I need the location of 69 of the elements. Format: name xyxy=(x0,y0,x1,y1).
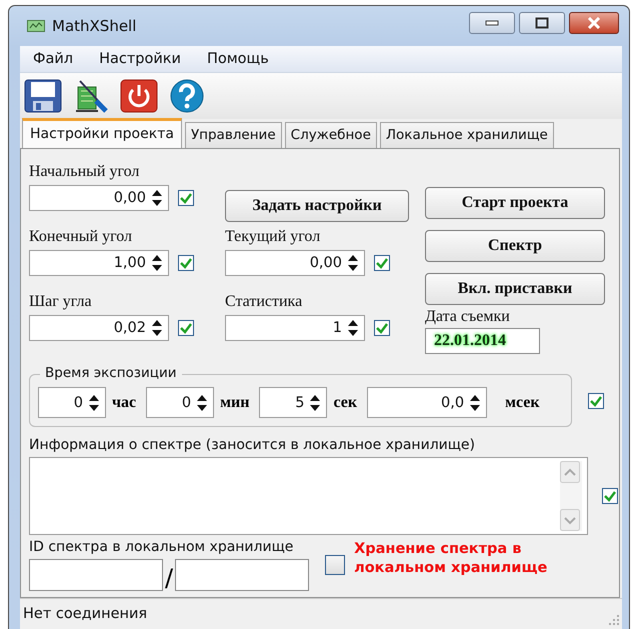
store-label: Хранение спектра в локальном хранилище xyxy=(354,540,548,578)
separator-slash: / xyxy=(165,565,174,591)
help-icon[interactable] xyxy=(168,79,206,113)
checkbox[interactable] xyxy=(178,190,194,206)
spectrum-id-label: ID спектра в локальном хранилище xyxy=(29,539,294,557)
spin-field[interactable]: 0,00 xyxy=(29,185,169,211)
field-label: Конечный угол xyxy=(29,228,133,247)
spin-arrows-icon[interactable] xyxy=(468,392,482,412)
unit-label: сек xyxy=(333,394,358,412)
input-field[interactable] xyxy=(175,559,310,591)
spin-arrows-icon[interactable] xyxy=(195,392,210,412)
spin-arrows-icon[interactable] xyxy=(87,392,101,412)
spin-arrows-icon[interactable] xyxy=(308,392,322,412)
app-icon xyxy=(27,20,45,32)
spin-field[interactable]: 1,00 xyxy=(29,250,169,276)
spin-arrows-icon[interactable] xyxy=(150,318,164,338)
tab[interactable]: Локальное хранилище xyxy=(380,122,554,148)
menu-item[interactable]: Настройки xyxy=(90,51,190,67)
checkbox[interactable] xyxy=(602,488,618,504)
checkbox[interactable] xyxy=(374,320,390,336)
checkbox[interactable] xyxy=(325,555,346,575)
spin-arrows-icon[interactable] xyxy=(346,318,360,338)
field-label: Шаг угла xyxy=(29,293,93,312)
spin-field[interactable]: 1 xyxy=(225,315,365,341)
checkbox[interactable] xyxy=(374,255,390,271)
action-button[interactable]: Старт проекта xyxy=(425,187,605,219)
info-label: Информация о спектре (заносится в локальное хранилище) xyxy=(29,437,476,455)
menu-item[interactable]: Файл xyxy=(24,51,82,67)
spin-field[interactable]: 5 xyxy=(259,387,328,418)
field-label: Текущий угол xyxy=(225,228,322,247)
info-text-area[interactable] xyxy=(29,457,588,535)
input-field[interactable] xyxy=(29,559,163,591)
checkbox[interactable] xyxy=(178,255,194,271)
date-field: 22.01.2014 xyxy=(425,328,540,354)
spin-field[interactable]: 0 xyxy=(38,387,106,418)
settings-button[interactable]: Задать настройки xyxy=(225,190,409,222)
spin-field[interactable]: 0,02 xyxy=(29,315,169,341)
spin-field[interactable]: 0 xyxy=(146,387,214,418)
spin-arrows-icon[interactable] xyxy=(150,188,164,208)
unit-label: час xyxy=(112,394,136,412)
spin-field[interactable]: 0,00 xyxy=(225,250,365,276)
tab[interactable]: Настройки проекта xyxy=(22,118,182,148)
unit-label: мсек xyxy=(505,394,540,412)
minimize-button[interactable] xyxy=(469,12,515,34)
group-title: Время экспозиции xyxy=(40,365,182,381)
tab[interactable]: Служебное xyxy=(284,122,377,148)
window-title: MathXShell xyxy=(52,17,136,35)
spin-arrows-icon[interactable] xyxy=(346,253,360,273)
status-text: Нет соединения xyxy=(23,606,148,622)
spin-arrows-icon[interactable] xyxy=(150,253,164,273)
minimize-icon xyxy=(485,20,499,26)
checkbox[interactable] xyxy=(588,392,604,408)
tab[interactable]: Управление xyxy=(184,122,282,148)
menu-item[interactable]: Помощь xyxy=(198,51,278,67)
resize-grip-icon[interactable] xyxy=(609,615,619,625)
action-button[interactable]: Спектр xyxy=(425,230,605,262)
close-icon xyxy=(586,17,602,29)
spin-field[interactable]: 0,0 xyxy=(367,387,488,418)
maximize-icon xyxy=(535,17,549,29)
action-button[interactable]: Вкл. приставки xyxy=(425,273,605,305)
save-icon[interactable] xyxy=(24,79,62,113)
power-icon[interactable] xyxy=(120,79,158,113)
close-button[interactable] xyxy=(569,12,619,34)
checkbox[interactable] xyxy=(178,320,194,336)
unit-label: мин xyxy=(220,394,250,412)
field-label: Статистика xyxy=(225,293,304,312)
field-label: Начальный угол xyxy=(29,163,140,182)
maximize-button[interactable] xyxy=(519,12,565,34)
date-label: Дата съемки xyxy=(425,308,511,327)
